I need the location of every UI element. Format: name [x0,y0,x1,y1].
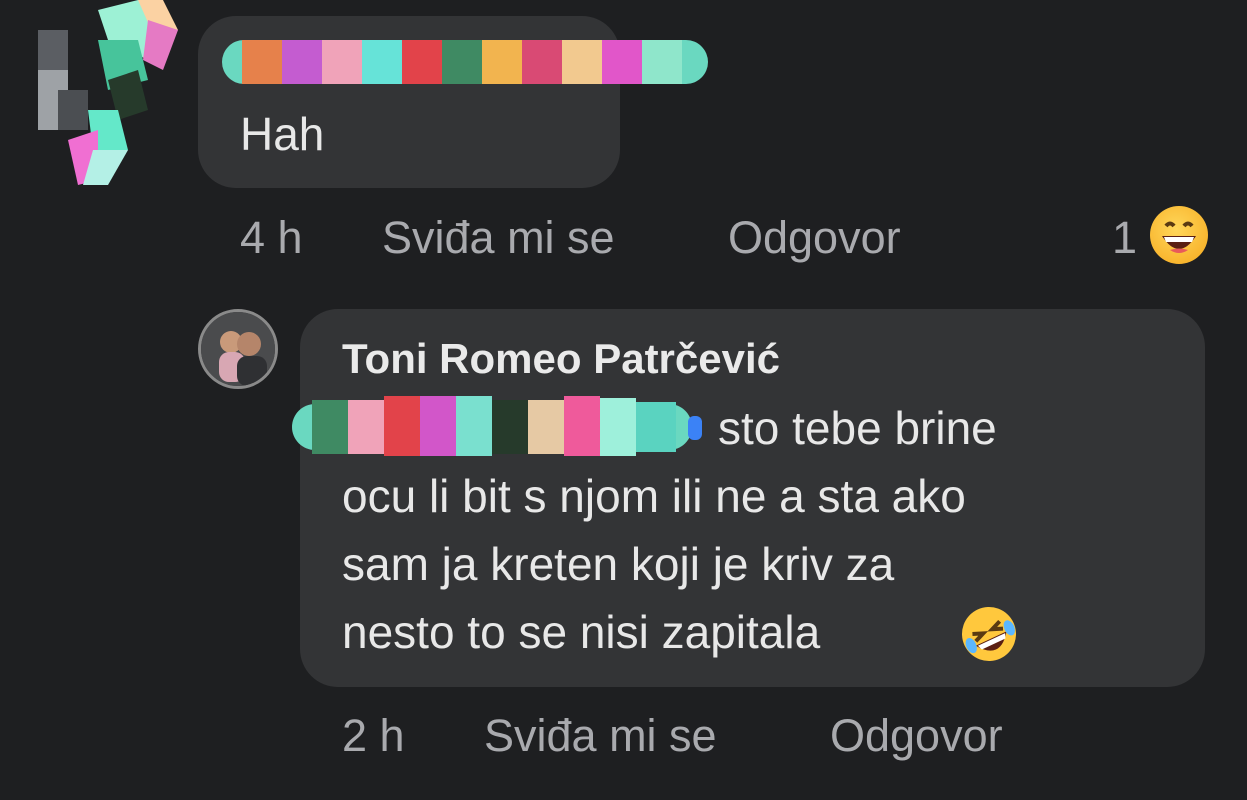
reply-text-line: ocu li bit s njom ili ne a sta ako [342,470,966,522]
avatar[interactable] [198,309,278,389]
reply-text-line: nesto to se nisi zapitala [342,606,821,658]
comment-timestamp: 4 h [240,212,303,263]
reply-button[interactable]: Odgovor [830,710,1003,762]
reply-text-line: sam ja kreten koji je kriv za [342,538,895,590]
reply-button[interactable]: Odgovor [728,212,901,264]
reply-author-name[interactable]: Toni Romeo Patrčević [342,335,780,383]
reply-timestamp: 2 h [342,710,405,761]
reaction-count[interactable]: 1 [1112,212,1137,264]
like-button[interactable]: Sviđa mi se [382,212,615,264]
grinning-face-icon[interactable] [1150,206,1208,264]
rolling-on-floor-laughing-icon [958,603,1020,665]
censored-mention[interactable] [292,390,704,464]
censored-avatar[interactable] [38,0,188,190]
reply-text-line: sto tebe brine [718,402,997,454]
censored-author-name[interactable] [222,34,708,90]
comment-text: Hah [240,108,325,160]
like-button[interactable]: Sviđa mi se [484,710,717,762]
